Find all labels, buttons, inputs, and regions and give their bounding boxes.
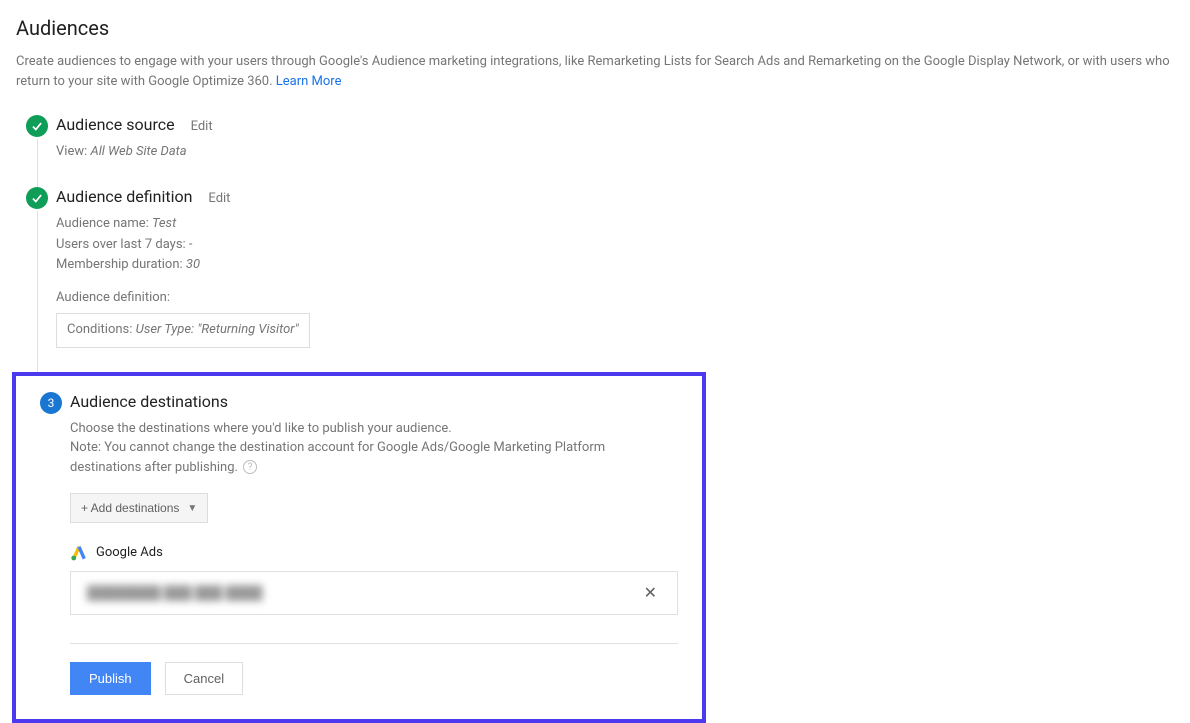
destinations-description: Choose the destinations where you'd like… <box>70 419 678 478</box>
google-ads-icon <box>70 543 88 561</box>
close-icon: ✕ <box>644 585 657 602</box>
audience-name-label: Audience name: <box>56 216 152 231</box>
step-destinations-title: Audience destinations <box>70 392 228 411</box>
membership-value: 30 <box>186 257 200 272</box>
remove-destination-button[interactable]: ✕ <box>640 579 661 607</box>
membership-label: Membership duration: <box>56 257 186 272</box>
cancel-button[interactable]: Cancel <box>165 662 243 695</box>
audience-name-value: Test <box>152 216 176 231</box>
dest-desc-line2: Note: You cannot change the destination … <box>70 440 605 475</box>
destination-row: ████████ ███ ███ ████ ✕ <box>70 571 678 615</box>
conditions-value: User Type: "Returning Visitor" <box>136 322 299 337</box>
publish-button[interactable]: Publish <box>70 662 151 695</box>
definition-condition-box: Conditions: User Type: "Returning Visito… <box>56 313 310 348</box>
chevron-down-icon: ▼ <box>187 503 197 514</box>
step-audience-definition: Audience definition Edit Audience name: … <box>26 187 1174 348</box>
definition-label: Audience definition: <box>56 288 1174 309</box>
destination-google-ads: Google Ads ████████ ███ ███ ████ ✕ <box>70 543 678 615</box>
description-text: Create audiences to engage with your use… <box>16 54 1170 89</box>
users-value: - <box>189 237 193 252</box>
step-definition-title: Audience definition <box>56 187 192 206</box>
step-audience-source: Audience source Edit View: All Web Site … <box>26 115 1174 163</box>
destination-account-text: ████████ ███ ███ ████ <box>87 585 262 601</box>
step-number-badge: 3 <box>40 392 62 414</box>
add-destinations-label: + Add destinations <box>81 501 179 515</box>
step-source-title: Audience source <box>56 115 175 134</box>
divider <box>70 643 678 644</box>
edit-definition-link[interactable]: Edit <box>208 191 230 206</box>
step-connector <box>37 211 38 372</box>
action-buttons: Publish Cancel <box>70 662 678 695</box>
step-audience-destinations: 3 Audience destinations Choose the desti… <box>40 392 678 696</box>
conditions-label: Conditions: <box>67 322 136 337</box>
help-icon[interactable]: ? <box>243 460 257 474</box>
dest-desc-line1: Choose the destinations where you'd like… <box>70 419 678 439</box>
checkmark-icon <box>26 115 48 137</box>
add-destinations-button[interactable]: + Add destinations ▼ <box>70 493 208 523</box>
page-description: Create audiences to engage with your use… <box>16 52 1174 91</box>
checkmark-icon <box>26 187 48 209</box>
step-connector <box>37 139 38 187</box>
highlight-box: 3 Audience destinations Choose the desti… <box>12 372 706 723</box>
learn-more-link[interactable]: Learn More <box>276 74 342 89</box>
google-ads-label: Google Ads <box>96 545 163 560</box>
view-label: View: <box>56 144 90 159</box>
edit-source-link[interactable]: Edit <box>191 119 213 134</box>
view-value: All Web Site Data <box>90 144 186 159</box>
page-title: Audiences <box>16 16 1174 40</box>
users-label: Users over last 7 days: <box>56 237 189 252</box>
